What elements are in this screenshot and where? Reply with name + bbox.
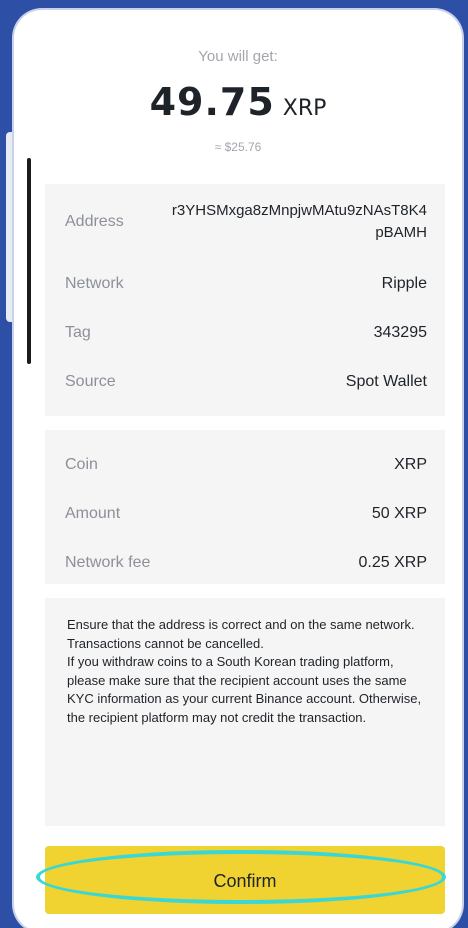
amount-value: 49.75: [149, 80, 275, 124]
coin-value: XRP: [394, 456, 427, 473]
page-background: You will get: 49.75 XRP ≈ $25.76 Address …: [0, 0, 468, 928]
tag-label: Tag: [65, 324, 91, 341]
source-label: Source: [65, 373, 116, 390]
phone-screen: You will get: 49.75 XRP ≈ $25.76 Address …: [14, 10, 462, 928]
warning-text: Ensure that the address is correct and o…: [67, 616, 427, 727]
coin-label: Coin: [65, 456, 98, 473]
amount-unit: XRP: [282, 96, 327, 121]
address-value: r3YHSMxga8zMnpjwMAtu9zNAsT8K4pBAMH: [171, 202, 427, 241]
warning-line-cancel: Transactions cannot be cancelled.: [67, 635, 264, 651]
you-will-get-label: You will get:: [198, 48, 278, 65]
network-value: Ripple: [381, 275, 427, 292]
amount-row: Amount 50 XRP: [65, 502, 427, 526]
network-fee-row: Network fee 0.25 XRP: [65, 551, 427, 575]
source-value: Spot Wallet: [345, 373, 427, 390]
confirm-button[interactable]: Confirm: [45, 846, 445, 914]
received-amount: 49.75 XRP: [14, 80, 462, 124]
network-row: Network Ripple: [65, 272, 427, 296]
amount-label: Amount: [65, 505, 121, 522]
scroll-indicator: [27, 158, 31, 364]
source-row: Source Spot Wallet: [65, 370, 427, 394]
tag-row: Tag 343295: [65, 321, 427, 345]
warning-notice: Ensure that the address is correct and o…: [45, 598, 445, 826]
address-label: Address: [65, 213, 124, 230]
confirm-button-label: Confirm: [213, 870, 277, 891]
warning-line-kyc: If you withdraw coins to a South Korean …: [67, 654, 422, 725]
usd-equivalent: ≈ $25.76: [214, 140, 262, 154]
amount-breakdown-card: Coin XRP Amount 50 XRP Network fee 0.25 …: [45, 430, 445, 584]
network-label: Network: [65, 275, 124, 292]
amount-breakdown-value: 50 XRP: [371, 505, 427, 522]
network-fee-value: 0.25 XRP: [358, 554, 427, 571]
network-fee-label: Network fee: [65, 554, 151, 571]
coin-row: Coin XRP: [65, 453, 427, 477]
tag-value: 343295: [373, 324, 427, 341]
warning-line-address: Ensure that the address is correct and o…: [67, 617, 415, 632]
withdrawal-details-card: Address r3YHSMxga8zMnpjwMAtu9zNAsT8K4pBA…: [45, 184, 445, 416]
